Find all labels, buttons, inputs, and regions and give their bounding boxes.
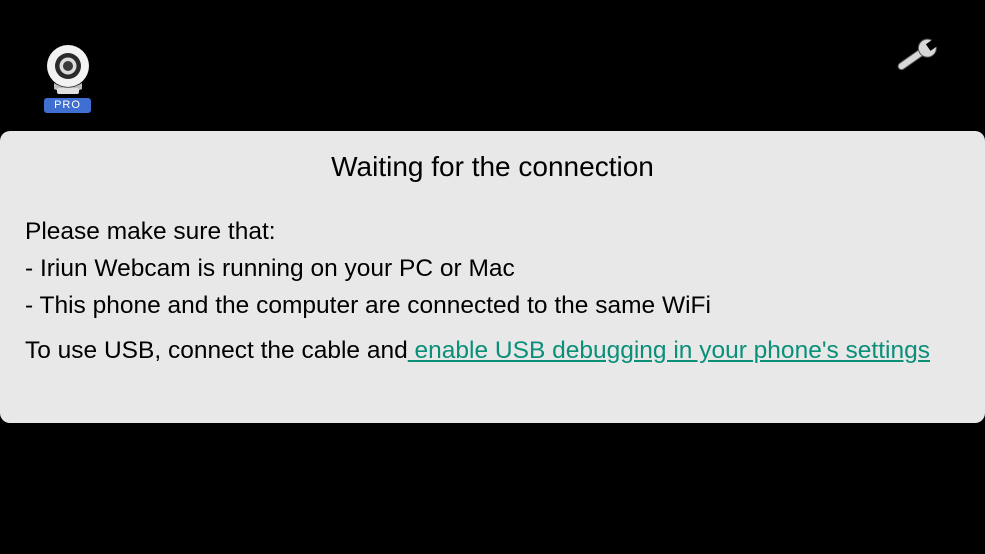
instruction-item: - Iriun Webcam is running on your PC or …: [25, 255, 515, 282]
pro-badge: PRO: [44, 98, 91, 113]
usb-instruction: To use USB, connect the cable and enable…: [25, 335, 945, 367]
wrench-icon: [897, 37, 941, 71]
instruction-item: - This phone and the computer are connec…: [25, 292, 711, 319]
usb-debugging-link[interactable]: enable USB debugging in your phone's set…: [408, 337, 930, 364]
app-logo: PRO: [44, 42, 92, 114]
instructions: Please make sure that: - Iriun Webcam is…: [25, 213, 960, 324]
usb-text: To use USB, connect the cable and: [25, 337, 408, 364]
webcam-icon: [47, 45, 89, 94]
settings-button[interactable]: [892, 36, 942, 76]
instruction-intro: Please make sure that:: [25, 218, 276, 245]
connection-card: Waiting for the connection Please make s…: [0, 131, 985, 423]
card-title: Waiting for the connection: [331, 151, 654, 182]
